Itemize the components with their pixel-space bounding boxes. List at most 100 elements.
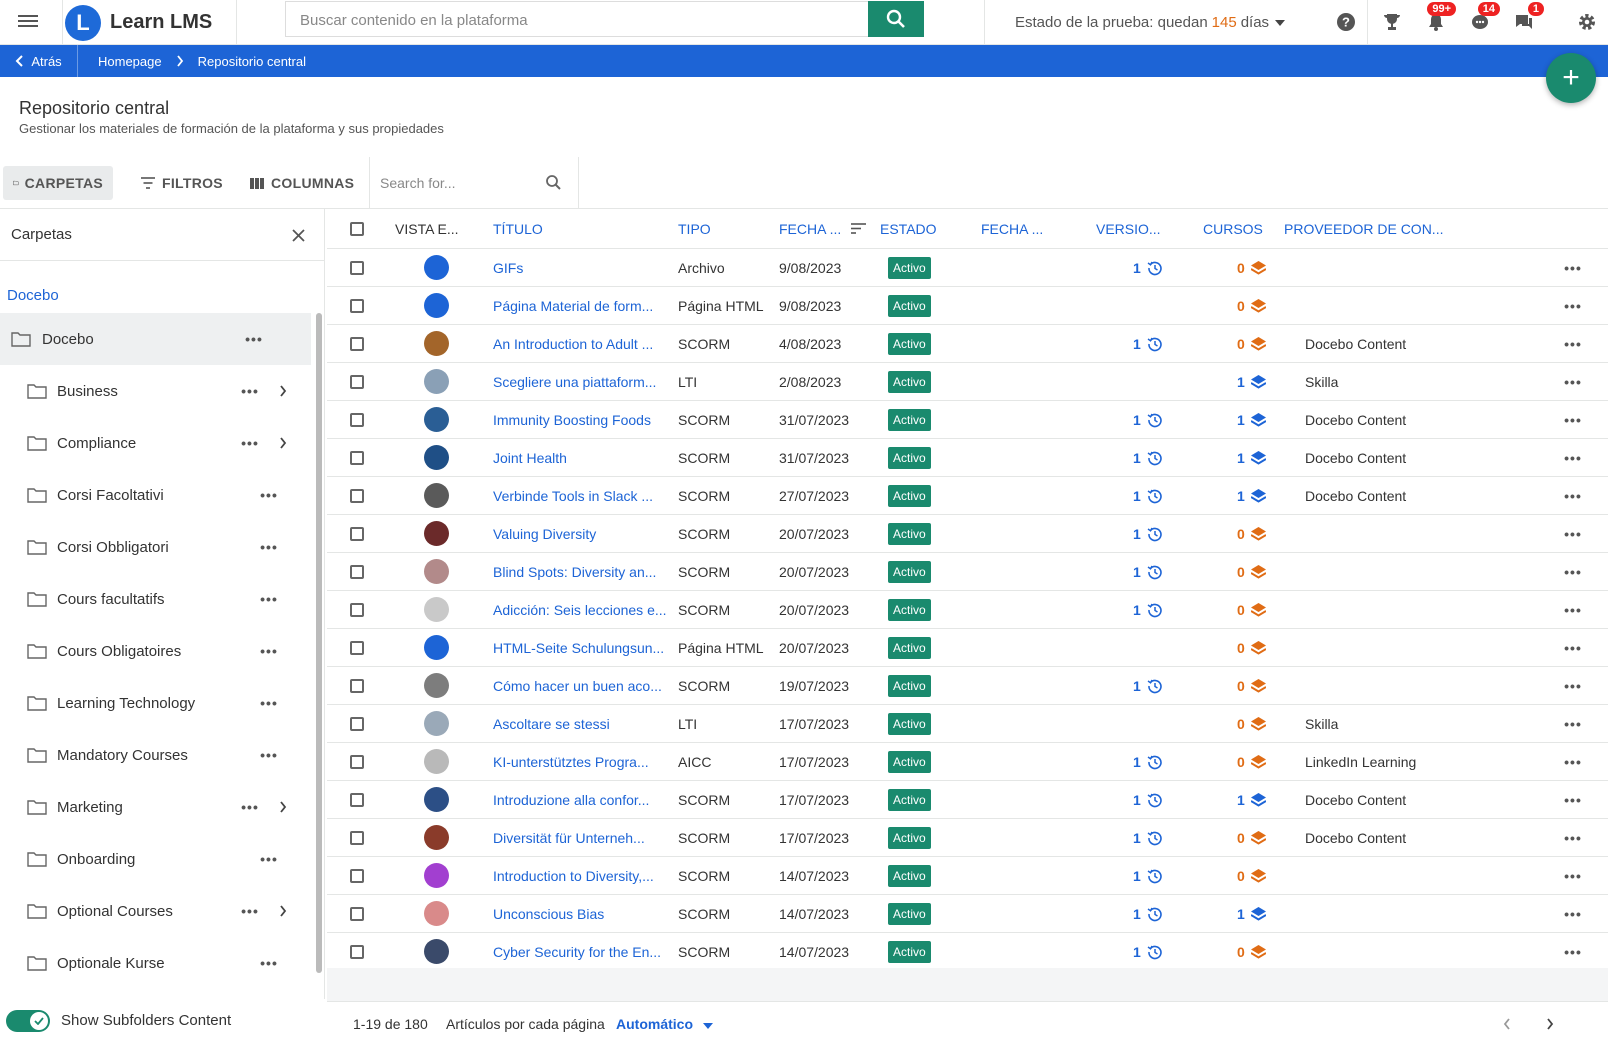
- row-checkbox[interactable]: [350, 527, 364, 541]
- table-search-input[interactable]: Search for...: [369, 157, 579, 209]
- folder-item[interactable]: Optionale Kurse •••: [0, 937, 311, 989]
- row-courses[interactable]: 1: [1237, 450, 1266, 466]
- more-icon[interactable]: •••: [240, 901, 260, 921]
- more-icon[interactable]: •••: [259, 589, 279, 609]
- row-versions[interactable]: 1: [1133, 450, 1163, 466]
- more-icon[interactable]: •••: [259, 849, 279, 869]
- more-icon[interactable]: •••: [259, 693, 279, 713]
- row-title-link[interactable]: Joint Health: [493, 450, 673, 466]
- row-versions[interactable]: 1: [1133, 260, 1163, 276]
- folder-item[interactable]: Optional Courses •••: [0, 885, 311, 937]
- row-checkbox[interactable]: [350, 869, 364, 883]
- column-courses[interactable]: CURSOS: [1203, 221, 1263, 237]
- table-row[interactable]: Joint Health SCORM 31/07/2023 Activo 1 1 Doceb…: [327, 439, 1608, 477]
- row-versions[interactable]: 1: [1133, 488, 1163, 504]
- row-courses[interactable]: 1: [1237, 488, 1266, 504]
- table-row[interactable]: Ascoltare se stessi LTI 17/07/2023 Activo 0 S…: [327, 705, 1608, 743]
- folder-item[interactable]: Onboarding •••: [0, 833, 311, 885]
- brand[interactable]: L Learn LMS: [62, 0, 237, 45]
- row-courses[interactable]: 0: [1237, 868, 1266, 884]
- row-versions[interactable]: 1: [1133, 830, 1163, 846]
- row-checkbox[interactable]: [350, 679, 364, 693]
- row-courses[interactable]: 0: [1237, 754, 1266, 770]
- row-versions[interactable]: 1: [1133, 564, 1163, 580]
- folder-item[interactable]: Cours facultatifs •••: [0, 573, 311, 625]
- row-title-link[interactable]: Cómo hacer un buen aco...: [493, 678, 673, 694]
- table-row[interactable]: Blind Spots: Diversity an... SCORM 20/07/2…: [327, 553, 1608, 591]
- more-icon[interactable]: •••: [1563, 258, 1583, 278]
- row-versions[interactable]: 1: [1133, 754, 1163, 770]
- back-button[interactable]: Atrás: [0, 45, 78, 77]
- more-icon[interactable]: •••: [1563, 714, 1583, 734]
- table-row[interactable]: Valuing Diversity SCORM 20/07/2023 Activo 1 0…: [327, 515, 1608, 553]
- per-page-select[interactable]: Automático: [616, 1016, 713, 1032]
- row-title-link[interactable]: Verbinde Tools in Slack ...: [493, 488, 673, 504]
- table-row[interactable]: Unconscious Bias SCORM 14/07/2023 Activo 1 1 •…: [327, 895, 1608, 933]
- row-courses[interactable]: 1: [1237, 906, 1266, 922]
- row-versions[interactable]: 1: [1133, 944, 1163, 960]
- row-title-link[interactable]: Página Material de form...: [493, 298, 673, 314]
- row-checkbox[interactable]: [350, 375, 364, 389]
- folders-button[interactable]: CARPETAS: [3, 166, 113, 200]
- row-title-link[interactable]: Unconscious Bias: [493, 906, 673, 922]
- row-title-link[interactable]: HTML-Seite Schulungsun...: [493, 640, 673, 656]
- more-icon[interactable]: •••: [1563, 562, 1583, 582]
- more-icon[interactable]: •••: [1563, 904, 1583, 924]
- more-icon[interactable]: •••: [240, 797, 260, 817]
- column-versions[interactable]: VERSIO...: [1096, 221, 1161, 237]
- row-checkbox[interactable]: [350, 565, 364, 579]
- row-versions[interactable]: 1: [1133, 868, 1163, 884]
- folder-item[interactable]: Marketing •••: [0, 781, 311, 833]
- more-icon[interactable]: •••: [1563, 600, 1583, 620]
- row-title-link[interactable]: Introduction to Diversity,...: [493, 868, 673, 884]
- row-title-link[interactable]: Diversität für Unterneh...: [493, 830, 673, 846]
- row-title-link[interactable]: GIFs: [493, 260, 673, 276]
- more-icon[interactable]: •••: [1563, 752, 1583, 772]
- row-title-link[interactable]: Adicción: Seis lecciones e...: [493, 602, 673, 618]
- row-courses[interactable]: 0: [1237, 602, 1266, 618]
- row-versions[interactable]: 1: [1133, 412, 1163, 428]
- row-checkbox[interactable]: [350, 793, 364, 807]
- row-courses[interactable]: 1: [1237, 792, 1266, 808]
- row-courses[interactable]: 0: [1237, 678, 1266, 694]
- table-row[interactable]: Verbinde Tools in Slack ... SCORM 27/07/20…: [327, 477, 1608, 515]
- row-checkbox[interactable]: [350, 831, 364, 845]
- more-icon[interactable]: •••: [1563, 790, 1583, 810]
- row-checkbox[interactable]: [350, 755, 364, 769]
- row-courses[interactable]: 0: [1237, 640, 1266, 656]
- row-versions[interactable]: 1: [1133, 526, 1163, 542]
- row-courses[interactable]: 0: [1237, 260, 1266, 276]
- row-title-link[interactable]: An Introduction to Adult ...: [493, 336, 673, 352]
- row-courses[interactable]: 0: [1237, 716, 1266, 732]
- columns-button[interactable]: COLUMNAS: [239, 166, 364, 200]
- table-row[interactable]: An Introduction to Adult ... SCORM 4/08/20…: [327, 325, 1608, 363]
- row-checkbox[interactable]: [350, 641, 364, 655]
- more-icon[interactable]: •••: [259, 953, 279, 973]
- row-title-link[interactable]: Ascoltare se stessi: [493, 716, 673, 732]
- more-icon[interactable]: •••: [240, 381, 260, 401]
- more-icon[interactable]: •••: [1563, 638, 1583, 658]
- row-checkbox[interactable]: [350, 907, 364, 921]
- row-versions[interactable]: 1: [1133, 792, 1163, 808]
- table-row[interactable]: Immunity Boosting Foods SCORM 31/07/2023 Ac…: [327, 401, 1608, 439]
- row-title-link[interactable]: Blind Spots: Diversity an...: [493, 564, 673, 580]
- table-row[interactable]: Scegliere una piattaform... LTI 2/08/2023 A…: [327, 363, 1608, 401]
- help-icon[interactable]: ?: [1334, 10, 1358, 34]
- more-icon[interactable]: •••: [1563, 676, 1583, 696]
- more-icon[interactable]: •••: [1563, 410, 1583, 430]
- column-date-2[interactable]: FECHA ...: [981, 221, 1043, 237]
- column-date[interactable]: FECHA ...: [779, 221, 841, 237]
- next-page-button[interactable]: [1540, 1014, 1560, 1034]
- more-icon[interactable]: •••: [1563, 296, 1583, 316]
- close-icon[interactable]: [292, 229, 305, 242]
- row-versions[interactable]: 1: [1133, 336, 1163, 352]
- trial-status[interactable]: Estado de la prueba: quedan 145 días: [984, 0, 1368, 45]
- folder-item[interactable]: Compliance •••: [0, 417, 311, 469]
- table-row[interactable]: Cómo hacer un buen aco... SCORM 19/07/2023…: [327, 667, 1608, 705]
- folder-item[interactable]: Business •••: [0, 365, 311, 417]
- row-checkbox[interactable]: [350, 413, 364, 427]
- bell-icon[interactable]: 99+: [1424, 2, 1456, 34]
- folder-item[interactable]: Docebo •••: [0, 313, 311, 365]
- row-title-link[interactable]: KI-unterstütztes Progra...: [493, 754, 673, 770]
- row-courses[interactable]: 1: [1237, 412, 1266, 428]
